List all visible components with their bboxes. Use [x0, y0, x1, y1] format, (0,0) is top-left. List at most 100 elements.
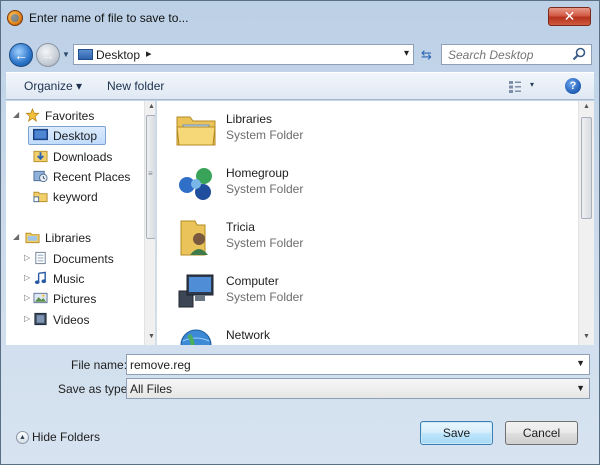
homegroup-icon: [179, 168, 212, 200]
address-location[interactable]: Desktop: [96, 48, 140, 62]
sidebar-item-pictures[interactable]: ▷ Pictures: [6, 289, 142, 308]
collapse-triangle-icon[interactable]: ◢: [13, 232, 19, 241]
back-button[interactable]: ←: [9, 43, 33, 67]
file-item-tricia[interactable]: Tricia System Folder: [175, 213, 415, 261]
change-view-icon[interactable]: [508, 80, 522, 94]
libraries-folder-icon: [176, 116, 216, 146]
computer-icon: [178, 274, 214, 308]
sidebar-item-documents[interactable]: ▷ Documents: [6, 249, 142, 268]
expand-triangle-icon[interactable]: ▷: [24, 293, 30, 302]
save-button[interactable]: Save: [420, 421, 493, 445]
chevron-down-icon[interactable]: ▼: [576, 358, 585, 368]
address-bar[interactable]: Desktop ▸ ▾: [73, 44, 414, 65]
sidebar-group-label: Libraries: [45, 231, 92, 245]
hide-folders-label: Hide Folders: [32, 430, 101, 444]
expand-triangle-icon[interactable]: ▷: [24, 253, 30, 262]
views-dropdown-icon[interactable]: ▾: [530, 80, 534, 89]
documents-icon: [35, 251, 46, 265]
file-name: Tricia: [226, 220, 255, 234]
search-icon[interactable]: [571, 46, 587, 62]
file-item-homegroup[interactable]: Homegroup System Folder: [175, 159, 415, 207]
file-name-label: File name:: [71, 358, 128, 372]
sidebar-item-label: Music: [53, 272, 85, 286]
help-icon[interactable]: ?: [565, 78, 581, 94]
collapse-arrow-icon: ▲: [16, 431, 29, 444]
sidebar-group-favorites[interactable]: ◢ Favorites: [6, 106, 142, 125]
firefox-icon: [7, 10, 23, 26]
forward-arrow-icon: →: [41, 47, 55, 63]
file-name-input[interactable]: [127, 355, 567, 374]
sidebar-item-label: Downloads: [53, 150, 113, 164]
sidebar-item-videos[interactable]: ▷ Videos: [6, 310, 142, 329]
scroll-down-arrow-icon[interactable]: ▼: [583, 333, 590, 340]
sidebar-item-label: Desktop: [53, 129, 98, 143]
sidebar-item-downloads[interactable]: Downloads: [6, 147, 142, 166]
file-item-libraries[interactable]: Libraries System Folder: [175, 105, 415, 153]
collapse-triangle-icon[interactable]: ◢: [13, 110, 19, 119]
refresh-icon: ⇆: [421, 47, 432, 62]
new-folder-button[interactable]: New folder: [107, 79, 164, 93]
file-name: Homegroup: [226, 166, 289, 180]
file-item-network[interactable]: Network: [175, 321, 415, 345]
sidebar-item-recent-places[interactable]: Recent Places: [6, 167, 142, 186]
command-toolbar: Organize ▾ New folder ▾ ?: [6, 72, 594, 100]
file-type: System Folder: [226, 128, 304, 142]
file-name: Libraries: [226, 112, 273, 126]
music-icon: [34, 271, 47, 285]
file-type: System Folder: [226, 182, 304, 196]
expand-triangle-icon[interactable]: ▷: [24, 273, 30, 282]
pictures-icon: [33, 292, 48, 304]
scroll-down-arrow-icon[interactable]: ▼: [148, 333, 155, 340]
videos-icon: [34, 312, 47, 326]
scrollbar-thumb[interactable]: [581, 117, 592, 219]
close-button[interactable]: ✕: [548, 7, 591, 26]
scroll-up-arrow-icon[interactable]: ▲: [148, 103, 155, 110]
star-icon: [25, 108, 40, 122]
folder-link-icon: [33, 191, 48, 203]
file-name: Network: [226, 328, 271, 342]
sidebar-group-libraries[interactable]: ◢ Libraries: [6, 228, 142, 247]
search-box[interactable]: [441, 44, 592, 65]
save-as-type-value: All Files: [130, 382, 173, 396]
file-name: Computer: [226, 274, 279, 288]
navigation-scrollbar[interactable]: ▲ ≡ ▼: [144, 101, 155, 345]
forward-button[interactable]: →: [36, 43, 60, 67]
title-bar[interactable]: Enter name of file to save to... ✕: [1, 1, 599, 37]
file-item-computer[interactable]: Computer System Folder: [175, 267, 415, 315]
hide-folders-button[interactable]: ▲ Hide Folders: [16, 430, 106, 446]
sidebar-item-label: Recent Places: [53, 170, 131, 184]
back-arrow-icon: ←: [14, 47, 28, 63]
desktop-folder-icon: [78, 49, 93, 60]
chevron-down-icon[interactable]: ▼: [576, 383, 585, 393]
downloads-icon: [33, 150, 48, 163]
navigation-pane: ◢ Favorites Desktop Downloads Recent Pla…: [6, 101, 156, 345]
file-type: System Folder: [226, 290, 304, 304]
refresh-button[interactable]: ⇆: [416, 44, 437, 65]
window-title: Enter name of file to save to...: [29, 11, 189, 25]
breadcrumb-chevron-icon[interactable]: ▸: [146, 47, 152, 60]
file-list: Libraries System Folder Homegroup System…: [157, 101, 594, 345]
sidebar-item-label: Pictures: [53, 292, 97, 306]
recent-locations-dropdown[interactable]: ▼: [62, 51, 70, 59]
save-as-type-label: Save as type:: [58, 382, 131, 396]
sidebar-item-desktop[interactable]: Desktop: [6, 126, 142, 145]
sidebar-item-keyword[interactable]: keyword: [6, 187, 142, 206]
scrollbar-grip-icon: ≡: [148, 169, 153, 178]
libraries-icon: [25, 232, 40, 244]
expand-triangle-icon[interactable]: ▷: [24, 314, 30, 323]
sidebar-item-music[interactable]: ▷ Music: [6, 269, 142, 288]
file-name-combobox[interactable]: ▼: [126, 354, 590, 375]
user-folder-icon: [180, 220, 208, 256]
organize-menu-button[interactable]: Organize ▾: [24, 79, 82, 93]
search-input[interactable]: [442, 45, 568, 64]
recent-places-icon: [33, 170, 48, 183]
save-as-type-select[interactable]: All Files ▼: [126, 378, 590, 399]
cancel-button[interactable]: Cancel: [505, 421, 578, 445]
file-list-scrollbar[interactable]: ▲ ▼: [578, 101, 594, 345]
sidebar-item-label: Videos: [53, 313, 90, 327]
address-dropdown-icon[interactable]: ▾: [404, 48, 409, 59]
save-file-dialog: Enter name of file to save to... ✕ ← → ▼…: [0, 0, 600, 465]
sidebar-item-label: Documents: [53, 252, 114, 266]
scroll-up-arrow-icon[interactable]: ▲: [583, 103, 590, 110]
file-type: System Folder: [226, 236, 304, 250]
